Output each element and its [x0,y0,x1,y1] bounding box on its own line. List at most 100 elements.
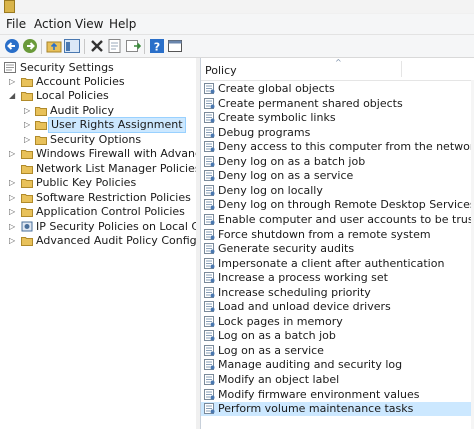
tree-item-windows-firewall[interactable]: ▷ Windows Firewall with Advanced Secu [0,147,196,161]
policy-row[interactable]: Impersonate a client after authenticatio… [201,257,474,271]
tree-item-label: Local Policies [36,89,109,102]
folder-icon [21,165,33,174]
column-divider[interactable] [401,61,402,77]
title-bar [0,0,474,13]
policy-row[interactable]: Enable computer and user accounts to be … [201,213,474,227]
policy-icon [204,403,215,415]
policy-label: Force shutdown from a remote system [218,227,431,241]
policy-row[interactable]: Increase scheduling priority [201,286,474,300]
console-icon[interactable] [167,38,183,54]
policy-icon [204,315,215,327]
policy-row[interactable]: Modify an object label [201,373,474,387]
export-list-icon[interactable] [125,38,141,54]
policy-row[interactable]: Log on as a batch job [201,329,474,343]
menu-view[interactable]: View [75,17,103,31]
tree-item-local-policies[interactable]: ◢ Local Policies [0,89,196,103]
column-header-label: Policy [205,64,237,77]
policy-icon [204,257,215,269]
policy-icon [204,374,215,385]
tree-item-label: User Rights Assignment [48,117,186,133]
toolbar-separator [144,39,145,54]
policy-label: Create permanent shared objects [218,96,403,110]
tree-item-security-options[interactable]: ▷ Security Options [0,133,196,147]
tree-item-label: Windows Firewall with Advanced Secu [36,147,196,160]
tree-item-network-list-manager[interactable]: Network List Manager Policies [0,162,196,176]
policy-row[interactable]: Generate security audits [201,242,474,256]
expand-arrow-icon[interactable]: ▷ [9,179,15,187]
policy-row[interactable]: Deny log on as a batch job [201,155,474,169]
app-icon [4,0,15,13]
sort-ascending-icon: ^ [335,58,342,67]
expand-arrow-icon[interactable]: ▷ [9,237,15,245]
tree-item-label: Audit Policy [50,104,114,117]
expand-arrow-icon[interactable]: ▷ [9,223,15,231]
policy-row[interactable]: Create global objects [201,82,474,96]
help-icon[interactable]: ? [149,38,165,54]
up-folder-icon[interactable] [46,38,62,54]
policy-icon [204,330,215,342]
tree-item-label: Software Restriction Policies [36,191,191,204]
policy-icon [204,301,215,313]
tree-item-label: Advanced Audit Policy Configuration [36,234,197,247]
properties-icon[interactable] [107,38,123,54]
folder-icon [21,78,33,87]
tree-item-advanced-audit[interactable]: ▷ Advanced Audit Policy Configuration [0,234,196,248]
tree-item-label: Account Policies [36,75,125,88]
policy-row[interactable]: Manage auditing and security log [201,358,474,372]
policy-label: Impersonate a client after authenticatio… [218,256,445,270]
policy-row[interactable]: Create symbolic links [201,111,474,125]
policy-row[interactable]: Deny log on through Remote Desktop Servi… [201,198,474,212]
show-hide-tree-icon[interactable] [64,38,80,54]
policy-row[interactable]: Load and unload device drivers [201,300,474,314]
tree-item-security-settings[interactable]: Security Settings [0,61,196,75]
expand-arrow-icon[interactable]: ▷ [24,107,30,115]
policy-label: Perform volume maintenance tasks [218,402,414,416]
policy-icon [204,184,215,196]
expand-arrow-icon[interactable]: ▷ [9,78,15,86]
policy-icon [204,112,215,124]
expand-arrow-icon[interactable]: ▷ [9,150,15,158]
svg-text:?: ? [154,41,160,54]
column-header-policy[interactable]: Policy ^ [201,58,474,81]
tree-item-public-key-policies[interactable]: ▷ Public Key Policies [0,176,196,190]
policy-row[interactable]: Deny log on as a service [201,169,474,183]
policy-row[interactable]: Create permanent shared objects [201,97,474,111]
tree-item-audit-policy[interactable]: ▷ Audit Policy [0,104,196,118]
tree-item-user-rights-assignment[interactable]: ▷ User Rights Assignment [0,117,196,133]
tree-item-software-restriction[interactable]: ▷ Software Restriction Policies [0,191,196,205]
policy-icon [204,199,215,211]
expand-arrow-icon[interactable]: ▷ [9,194,15,202]
policy-label: Increase a process working set [218,271,388,285]
back-arrow-icon[interactable] [4,38,20,54]
policy-label: Create global objects [218,82,335,95]
policy-row[interactable]: Log on as a service [201,344,474,358]
policy-label: Manage auditing and security log [218,358,403,372]
menu-file[interactable]: File [6,17,26,31]
tree-item-account-policies[interactable]: ▷ Account Policies [0,75,196,89]
folder-icon [35,121,47,130]
expand-arrow-icon[interactable]: ▷ [24,136,30,144]
expand-arrow-icon[interactable]: ▷ [9,208,15,216]
policy-icon [204,213,215,225]
forward-arrow-icon[interactable] [22,38,38,54]
policy-label: Create symbolic links [218,111,336,125]
tree-item-label: Security Settings [20,61,114,74]
policy-row[interactable]: Increase a process working set [201,271,474,285]
policy-row[interactable]: Deny log on locally [201,184,474,198]
tree-item-ip-security[interactable]: ▷ IP Security Policies on Local Compute [0,220,196,234]
policy-icon [204,228,215,240]
toolbar-separator [41,39,42,54]
policy-row[interactable]: Modify firmware environment values [201,388,474,402]
policy-row[interactable]: Perform volume maintenance tasks [201,402,474,417]
menu-action[interactable]: Action [34,17,72,31]
policy-label: Log on as a service [218,343,324,357]
tree-item-application-control[interactable]: ▷ Application Control Policies [0,205,196,219]
policy-row[interactable]: Force shutdown from a remote system [201,228,474,242]
policy-row[interactable]: Lock pages in memory [201,315,474,329]
delete-icon[interactable] [89,38,105,54]
expand-arrow-icon[interactable]: ▷ [24,121,30,129]
menu-help[interactable]: Help [109,17,136,31]
policy-row[interactable]: Deny access to this computer from the ne… [201,140,474,154]
collapse-arrow-icon[interactable]: ◢ [9,92,15,100]
policy-row[interactable]: Debug programs [201,126,474,140]
